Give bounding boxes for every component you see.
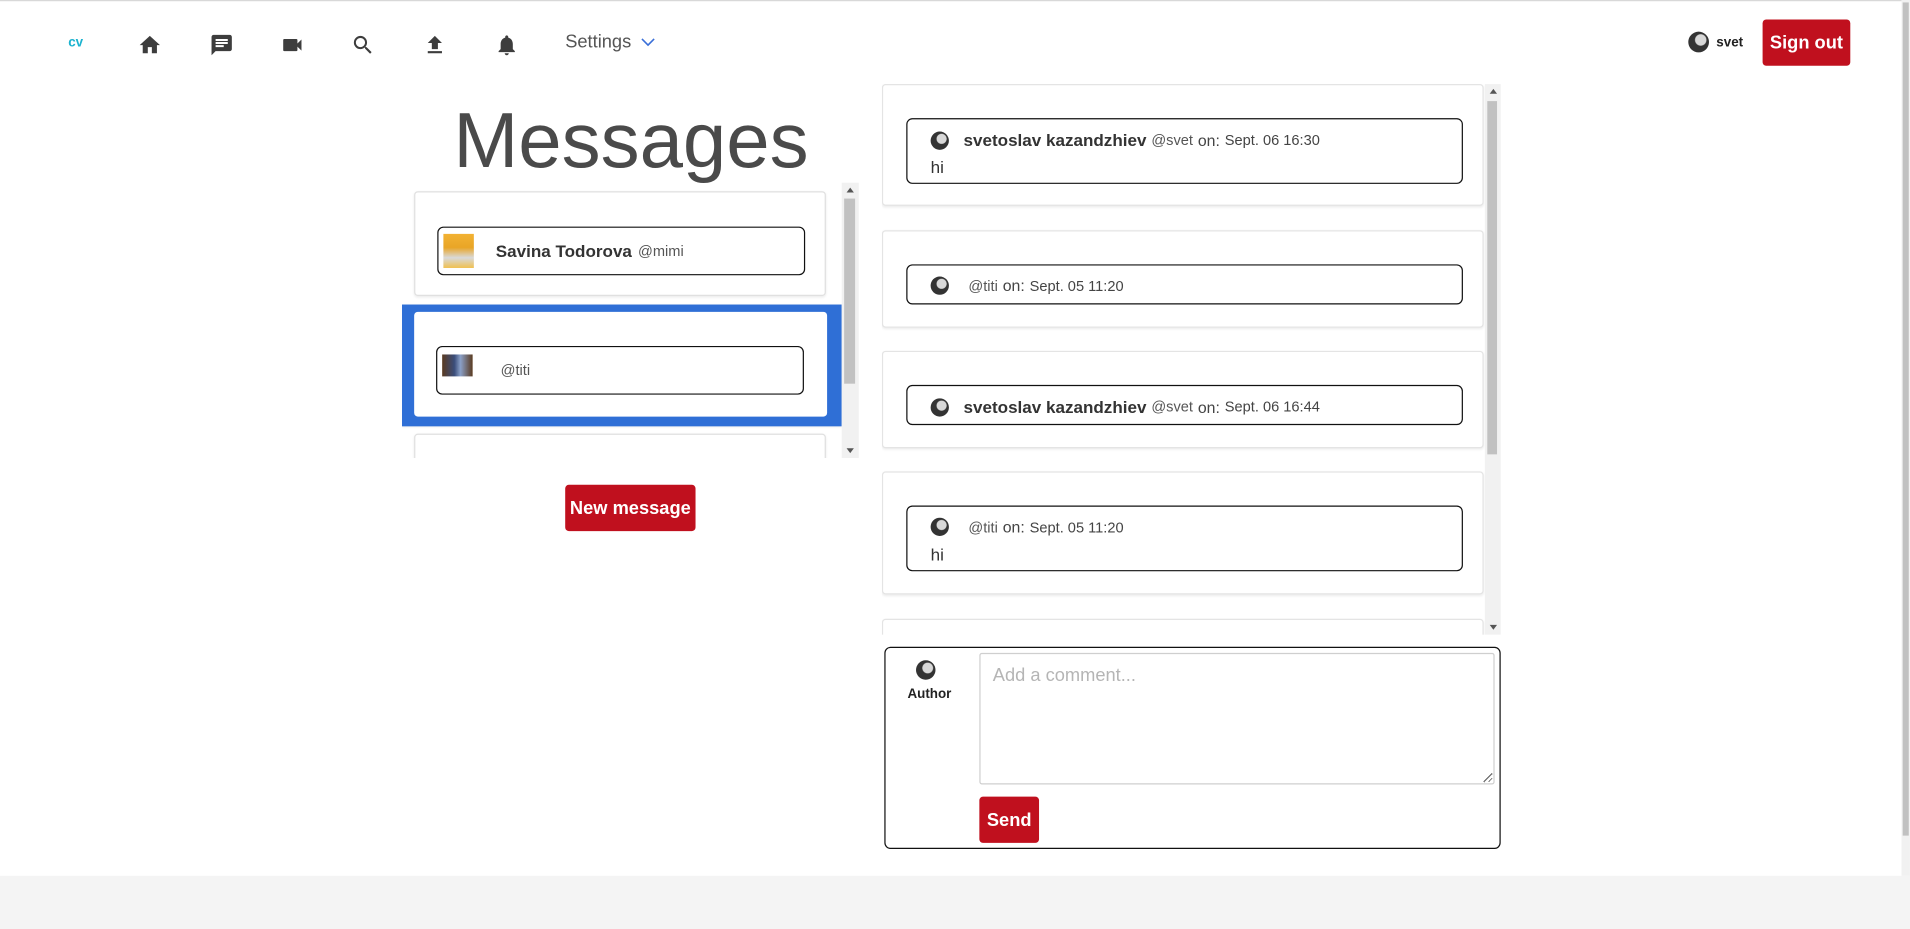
sign-out-button[interactable]: Sign out xyxy=(1762,19,1851,66)
video-icon[interactable] xyxy=(279,32,306,59)
message-author: svetoslav kazandzhiev xyxy=(963,130,1147,150)
settings-label: Settings xyxy=(565,31,632,53)
upload-icon[interactable] xyxy=(421,32,448,59)
message-box: @titi on: Sept. 05 11:20 hi xyxy=(906,505,1463,572)
avatar xyxy=(916,660,936,680)
bell-icon[interactable] xyxy=(493,32,520,59)
scrollbar-thumb[interactable] xyxy=(844,198,856,384)
message-header: svetoslav kazandzhiev @svet on: Sept. 06… xyxy=(930,397,1320,417)
search-icon[interactable] xyxy=(350,32,377,59)
conversation-inner: @titi xyxy=(436,345,804,395)
site-logo[interactable]: cv xyxy=(68,35,83,50)
app-window: cv Settings svet Sign out Messages Savin… xyxy=(0,0,1910,929)
scroll-up-arrow-icon[interactable] xyxy=(1489,88,1498,94)
conversation-inner: Savina Todorova @mimi xyxy=(437,226,806,276)
message-box: svetoslav kazandzhiev @svet on: Sept. 06… xyxy=(906,118,1463,184)
message-on-label: on: xyxy=(1002,276,1025,295)
message-timestamp: Sept. 05 11:20 xyxy=(1029,518,1124,536)
conversation-item-partial[interactable] xyxy=(414,433,826,459)
message-card: @titi on: Sept. 05 11:20 hi xyxy=(881,471,1484,595)
thread-scrollbar[interactable] xyxy=(1484,84,1501,635)
page-title: Messages xyxy=(453,96,809,184)
conversation-item-selected[interactable]: @titi xyxy=(401,304,842,427)
message-box: @titi on: Sept. 05 11:20 xyxy=(906,264,1463,305)
top-nav: cv Settings svet Sign out xyxy=(0,0,1900,88)
message-box: svetoslav kazandzhiev @svet on: Sept. 06… xyxy=(906,384,1463,426)
chevron-down-icon xyxy=(641,37,655,46)
new-message-button[interactable]: New message xyxy=(565,484,696,532)
conversation-avatar xyxy=(442,354,473,377)
page-scrollbar[interactable] xyxy=(1901,0,1910,876)
message-timestamp: Sept. 06 16:30 xyxy=(1224,131,1320,149)
message-timestamp: Sept. 06 16:44 xyxy=(1224,398,1320,416)
user-menu[interactable]: svet xyxy=(1688,31,1744,53)
scroll-up-arrow-icon[interactable] xyxy=(846,187,854,193)
conversation-list-scrollbar[interactable] xyxy=(841,182,859,459)
message-handle: @titi xyxy=(968,518,998,536)
message-card: svetoslav kazandzhiev @svet on: Sept. 06… xyxy=(881,84,1484,206)
comment-input[interactable] xyxy=(979,652,1495,785)
conversation-handle: @titi xyxy=(500,361,531,379)
conversation-item[interactable]: Savina Todorova @mimi xyxy=(414,191,826,296)
chat-icon[interactable] xyxy=(208,32,235,59)
avatar xyxy=(930,517,949,536)
message-on-label: on: xyxy=(1197,397,1220,416)
avatar xyxy=(930,130,949,150)
conversation-avatar xyxy=(443,233,474,268)
message-header: svetoslav kazandzhiev @svet on: Sept. 06… xyxy=(930,130,1320,150)
author-label: Author xyxy=(907,687,952,702)
avatar xyxy=(930,397,949,416)
scrollbar-thumb[interactable] xyxy=(1902,2,1909,836)
message-handle: @titi xyxy=(968,277,998,295)
settings-dropdown[interactable]: Settings xyxy=(565,31,655,53)
conversation-name: Savina Todorova xyxy=(495,241,632,261)
comment-author: Author xyxy=(907,660,952,702)
message-on-label: on: xyxy=(1002,517,1025,536)
message-body: hi xyxy=(930,544,944,564)
avatar xyxy=(930,276,949,295)
message-timestamp: Sept. 05 11:20 xyxy=(1029,277,1124,295)
scrollbar-thumb[interactable] xyxy=(1487,101,1498,455)
avatar xyxy=(1688,31,1709,53)
message-card: svetoslav kazandzhiev @svet on: Sept. 06… xyxy=(881,350,1484,449)
scroll-down-arrow-icon[interactable] xyxy=(1489,624,1498,630)
conversation-card: @titi xyxy=(414,311,828,417)
message-thread[interactable]: svetoslav kazandzhiev @svet on: Sept. 06… xyxy=(881,84,1485,635)
message-handle: @svet xyxy=(1151,131,1193,149)
conversation-list[interactable]: Savina Todorova @mimi @titi xyxy=(401,183,859,459)
message-author: svetoslav kazandzhiev xyxy=(963,397,1147,417)
conversation-handle: @mimi xyxy=(638,242,684,260)
send-button[interactable]: Send xyxy=(979,796,1040,843)
message-header: @titi on: Sept. 05 11:20 xyxy=(930,517,1124,536)
home-icon[interactable] xyxy=(136,32,163,59)
comment-form: Author Send xyxy=(884,646,1501,850)
scroll-down-arrow-icon[interactable] xyxy=(846,448,854,454)
page-footer xyxy=(0,875,1910,929)
message-body: hi xyxy=(930,157,944,177)
message-card-partial xyxy=(881,618,1484,635)
message-handle: @svet xyxy=(1151,398,1193,416)
message-header: @titi on: Sept. 05 11:20 xyxy=(930,276,1124,295)
user-name: svet xyxy=(1716,34,1744,50)
message-card: @titi on: Sept. 05 11:20 xyxy=(881,230,1484,328)
message-on-label: on: xyxy=(1197,130,1220,150)
